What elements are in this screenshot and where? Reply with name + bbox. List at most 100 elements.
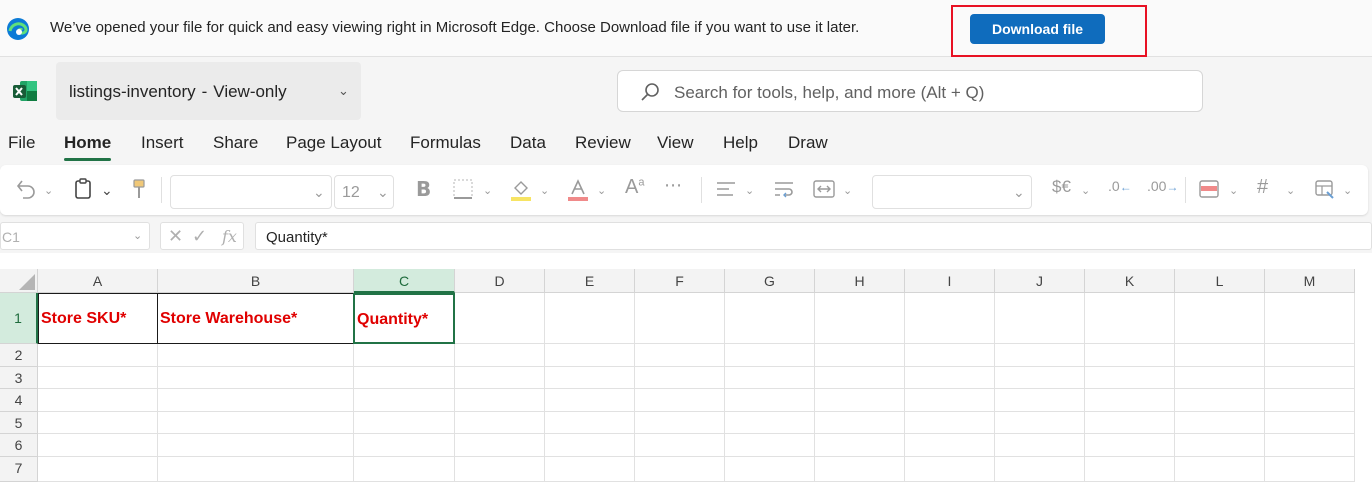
grid-cell[interactable] (38, 434, 158, 457)
grid-cell[interactable] (455, 457, 545, 482)
cell-b1[interactable]: Store Warehouse* (157, 293, 354, 344)
grid-cell[interactable] (354, 389, 455, 412)
grid-cell[interactable] (815, 344, 905, 367)
grid-cell[interactable] (1085, 389, 1175, 412)
grid-cell[interactable] (545, 367, 635, 389)
column-header-d[interactable]: D (455, 269, 545, 293)
tab-draw[interactable]: Draw (788, 133, 828, 153)
merge-icon[interactable] (813, 178, 835, 202)
grid-cell[interactable] (995, 367, 1085, 389)
row-header-1[interactable]: 1 (0, 293, 38, 344)
grid-cell[interactable] (905, 457, 995, 482)
grid-cell[interactable] (455, 412, 545, 434)
grid-cell[interactable] (1175, 367, 1265, 389)
grid-cell[interactable] (158, 344, 354, 367)
grid-cell[interactable] (635, 389, 725, 412)
row-header-3[interactable]: 3 (0, 367, 38, 389)
grid-cell[interactable] (905, 389, 995, 412)
grid-cell[interactable] (635, 434, 725, 457)
grid-cell[interactable] (158, 367, 354, 389)
grid-cell[interactable] (1085, 344, 1175, 367)
chevron-down-icon[interactable]: ⌄ (745, 184, 754, 197)
grid-cell[interactable] (725, 412, 815, 434)
chevron-down-icon[interactable]: ⌄ (101, 182, 113, 199)
download-file-button[interactable]: Download file (970, 14, 1105, 44)
grid-cell[interactable] (1265, 367, 1355, 389)
grid-cell[interactable] (635, 457, 725, 482)
chevron-down-icon[interactable]: ⌄ (1081, 184, 1090, 197)
grid-cell[interactable] (1175, 434, 1265, 457)
borders-icon[interactable] (452, 178, 474, 202)
chevron-down-icon[interactable]: ⌄ (597, 184, 606, 197)
currency-icon[interactable]: $€ (1052, 177, 1071, 201)
grid-cell[interactable] (1175, 344, 1265, 367)
grid-cell[interactable] (815, 434, 905, 457)
column-header-g[interactable]: G (725, 269, 815, 293)
grid-cell[interactable] (905, 434, 995, 457)
font-size-icon[interactable]: Aa (625, 176, 644, 200)
grid-cell[interactable] (38, 344, 158, 367)
chevron-down-icon[interactable]: ⌄ (843, 184, 852, 197)
grid-cell[interactable] (158, 389, 354, 412)
column-header-e[interactable]: E (545, 269, 635, 293)
chevron-down-icon[interactable]: ⌄ (1343, 184, 1352, 197)
name-box[interactable]: C1 ⌄ (0, 222, 150, 250)
grid-cell[interactable] (38, 457, 158, 482)
font-family-select[interactable]: ⌄ (170, 175, 332, 209)
tab-review[interactable]: Review (575, 133, 631, 153)
grid-cell[interactable] (1265, 457, 1355, 482)
grid-cell[interactable] (815, 457, 905, 482)
column-header-a[interactable]: A (38, 269, 158, 293)
grid-cell[interactable] (455, 344, 545, 367)
grid-cell[interactable] (1265, 412, 1355, 434)
grid-cell[interactable] (1175, 457, 1265, 482)
grid-cell[interactable] (354, 434, 455, 457)
grid-cell[interactable] (995, 344, 1085, 367)
column-header-l[interactable]: L (1175, 269, 1265, 293)
tab-formulas[interactable]: Formulas (410, 133, 481, 153)
chevron-down-icon[interactable]: ⌄ (1286, 184, 1295, 197)
row-header-7[interactable]: 7 (0, 457, 38, 482)
column-header-k[interactable]: K (1085, 269, 1175, 293)
grid-cell[interactable] (1085, 457, 1175, 482)
grid-cell[interactable] (1265, 434, 1355, 457)
chevron-down-icon[interactable]: ⌄ (540, 184, 549, 197)
tab-data[interactable]: Data (510, 133, 546, 153)
grid-cell[interactable] (815, 293, 905, 344)
grid-cell[interactable] (545, 344, 635, 367)
cell-styles-icon[interactable] (1314, 178, 1336, 202)
grid-cell[interactable] (354, 457, 455, 482)
row-header-2[interactable]: 2 (0, 344, 38, 367)
grid-cell[interactable] (1175, 412, 1265, 434)
grid-cell[interactable] (545, 293, 635, 344)
grid-cell[interactable] (455, 367, 545, 389)
column-header-b[interactable]: B (158, 269, 354, 293)
cancel-icon[interactable]: ✕ (168, 226, 183, 247)
grid-cell[interactable] (995, 434, 1085, 457)
grid-cell[interactable] (725, 434, 815, 457)
check-icon[interactable]: ✓ (192, 226, 207, 247)
wrap-text-icon[interactable] (773, 178, 795, 202)
grid-cell[interactable] (354, 344, 455, 367)
grid-cell[interactable] (38, 412, 158, 434)
grid-cell[interactable] (1085, 434, 1175, 457)
font-color-icon[interactable] (567, 178, 589, 202)
row-header-5[interactable]: 5 (0, 412, 38, 434)
tab-insert[interactable]: Insert (141, 133, 184, 153)
grid-cell[interactable] (354, 367, 455, 389)
formula-input[interactable]: Quantity* (255, 222, 1372, 250)
format-painter-icon[interactable] (131, 178, 147, 202)
grid-cell[interactable] (354, 412, 455, 434)
grid-cell[interactable] (905, 412, 995, 434)
column-header-m[interactable]: M (1265, 269, 1355, 293)
grid-cell[interactable] (725, 293, 815, 344)
clipboard-icon[interactable] (74, 178, 92, 202)
grid-cell[interactable] (1085, 293, 1175, 344)
grid-cell[interactable] (545, 457, 635, 482)
grid-cell[interactable] (158, 457, 354, 482)
number-format-select[interactable]: ⌄ (872, 175, 1032, 209)
cell-a1[interactable]: Store SKU* (38, 293, 158, 344)
tab-file[interactable]: File (8, 133, 35, 153)
grid-cell[interactable] (635, 367, 725, 389)
decrease-decimal-icon[interactable]: .0← (1108, 178, 1132, 202)
